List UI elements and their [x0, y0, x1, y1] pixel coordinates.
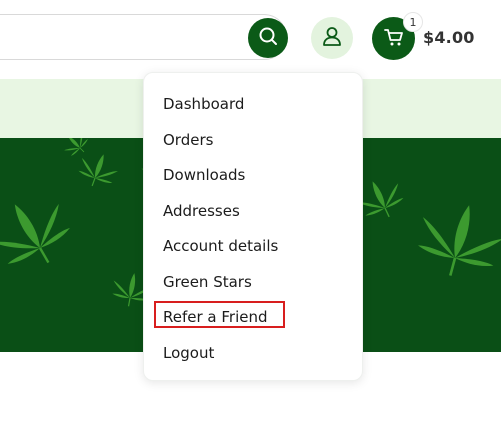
cart-total[interactable]: $4.00 — [423, 28, 475, 47]
account-button[interactable] — [311, 17, 353, 59]
menu-item-green-stars[interactable]: Green Stars — [163, 272, 252, 292]
menu-item-downloads[interactable]: Downloads — [163, 165, 245, 185]
menu-item-account-details[interactable]: Account details — [163, 236, 278, 256]
search-icon — [258, 26, 278, 50]
menu-item-dashboard[interactable]: Dashboard — [163, 94, 244, 114]
highlight-box — [154, 301, 285, 328]
cart-count-badge: 1 — [403, 12, 423, 32]
menu-item-orders[interactable]: Orders — [163, 130, 213, 150]
search-input[interactable] — [0, 14, 287, 60]
menu-item-logout[interactable]: Logout — [163, 343, 214, 363]
cart-icon — [383, 26, 405, 52]
account-dropdown-menu: Dashboard Orders Downloads Addresses Acc… — [143, 72, 363, 381]
search-button[interactable] — [248, 18, 288, 58]
menu-item-addresses[interactable]: Addresses — [163, 201, 240, 221]
user-icon — [321, 25, 343, 51]
